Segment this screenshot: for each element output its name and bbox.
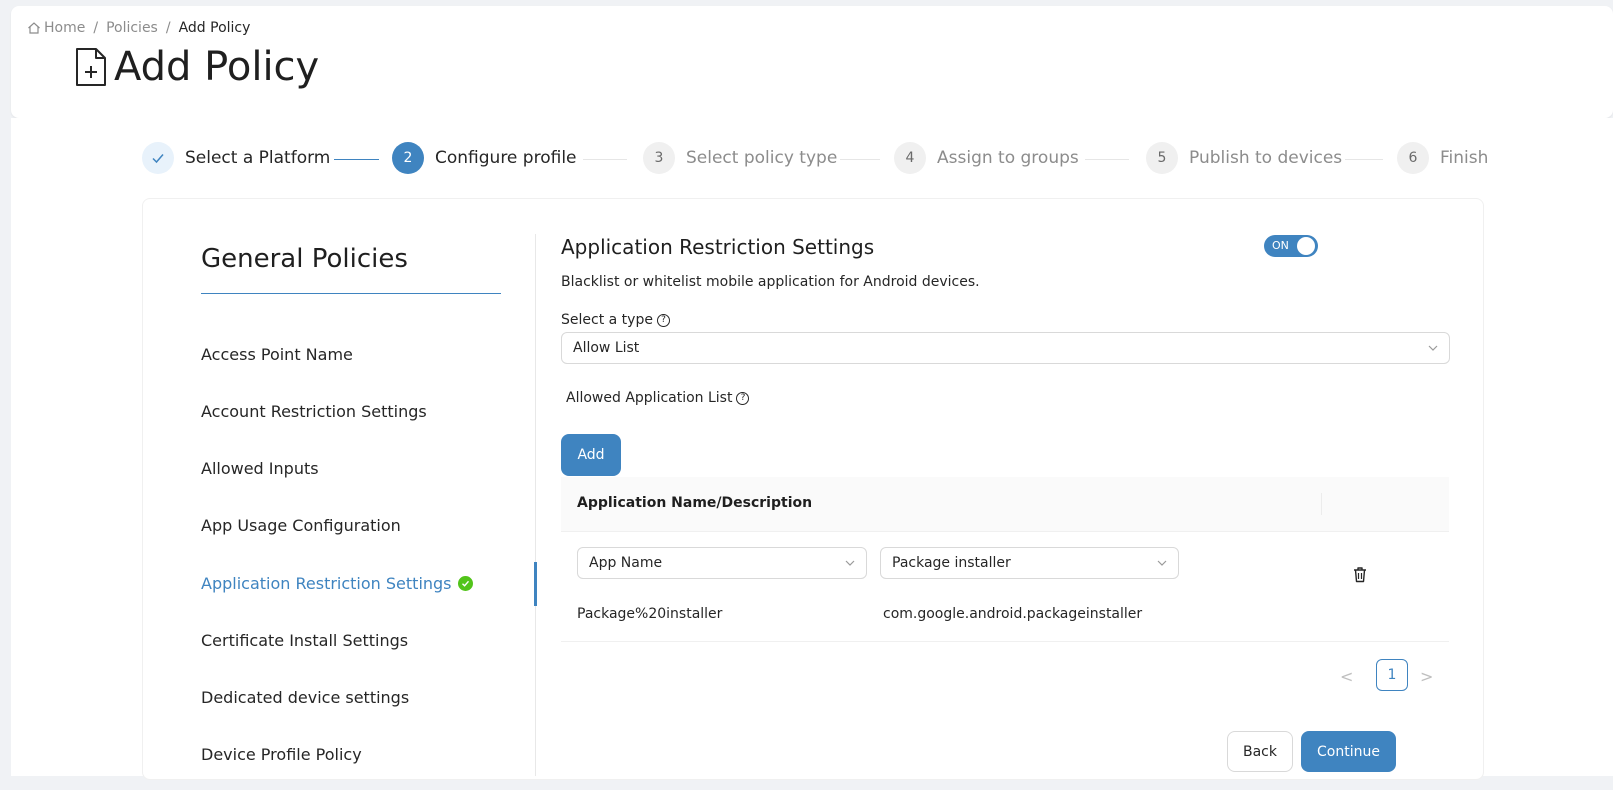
package-select-value: Package installer [892,555,1011,571]
type-label-text: Select a type [561,312,653,328]
package-cell: com.google.android.packageinstaller [883,606,1143,622]
add-document-icon [76,48,106,86]
sidebar-title-underline [201,293,501,294]
sidebar-item-account-restriction[interactable]: Account Restriction Settings [201,402,427,421]
step-connector [840,159,880,160]
breadcrumb-policies[interactable]: Policies [106,20,158,36]
step-connector [1085,159,1129,160]
step-label: Finish [1440,148,1489,168]
trash-icon[interactable] [1352,566,1368,583]
breadcrumb-current: Add Policy [178,20,251,36]
table-header: Application Name/Description [561,477,1449,532]
step-label: Assign to groups [937,148,1079,168]
section-description: Blacklist or whitelist mobile applicatio… [561,274,980,290]
sidebar-item-application-restriction[interactable]: Application Restriction Settings [201,574,473,593]
page-header: Home / Policies / Add Policy Add Policy [11,6,1613,118]
continue-button[interactable]: Continue [1301,731,1396,772]
sidebar-divider [535,234,536,776]
page-title-text: Add Policy [114,44,320,90]
sidebar-item-access-point-name[interactable]: Access Point Name [201,345,353,364]
allowed-list-label-text: Allowed Application List [566,390,733,406]
step-label: Configure profile [435,148,577,168]
type-select[interactable]: Allow List [561,332,1450,364]
pagination-prev[interactable]: < [1340,667,1353,686]
add-button[interactable]: Add [561,434,621,476]
sidebar-item-app-usage[interactable]: App Usage Configuration [201,516,401,535]
sidebar-item-dedicated-device[interactable]: Dedicated device settings [201,688,409,707]
step-number: 2 [392,142,424,174]
enable-toggle[interactable]: ON [1264,235,1318,257]
table-row-divider [561,641,1449,642]
back-button[interactable]: Back [1227,731,1293,772]
step-connector [583,159,627,160]
step-label: Publish to devices [1189,148,1343,168]
app-name-select-value: App Name [589,555,663,571]
step-assign-groups[interactable]: 4 Assign to groups [894,142,1079,174]
allowed-list-label: Allowed Application List ? [566,390,750,406]
help-icon[interactable]: ? [736,391,750,405]
package-select[interactable]: Package installer [880,547,1179,579]
column-header-app-name: Application Name/Description [577,495,813,511]
step-select-policy-type[interactable]: 3 Select policy type [643,142,837,174]
column-divider [1321,493,1322,515]
sidebar-active-indicator [534,562,537,606]
stepper: Select a Platform 2 Configure profile 3 … [0,142,1613,178]
section-title: Application Restriction Settings [561,235,875,259]
pagination-page[interactable]: 1 [1376,659,1408,691]
toggle-label: ON [1272,239,1289,252]
step-check-icon [142,142,174,174]
breadcrumb-separator: / [93,20,99,36]
sidebar-item-allowed-inputs[interactable]: Allowed Inputs [201,459,319,478]
home-icon [28,22,40,34]
sidebar-item-device-profile[interactable]: Device Profile Policy [201,745,362,764]
step-connector [1345,159,1383,160]
sidebar-item-certificate-install[interactable]: Certificate Install Settings [201,631,408,650]
type-label: Select a type ? [561,312,670,328]
breadcrumb-separator: / [165,20,171,36]
step-label: Select policy type [686,148,838,168]
step-label: Select a Platform [185,148,331,168]
app-name-cell: Package%20installer [577,606,723,622]
breadcrumb-home[interactable]: Home [44,20,85,36]
sidebar-title: General Policies [201,244,408,274]
chevron-down-icon [1157,560,1167,566]
step-number: 3 [643,142,675,174]
chevron-down-icon [1428,345,1438,351]
step-number: 5 [1146,142,1178,174]
step-finish[interactable]: 6 Finish [1397,142,1488,174]
sidebar-item-label: Application Restriction Settings [201,574,452,593]
step-connector [334,159,379,160]
step-configure-profile[interactable]: 2 Configure profile [392,142,577,174]
step-number: 6 [1397,142,1429,174]
step-publish-devices[interactable]: 5 Publish to devices [1146,142,1342,174]
pagination-next[interactable]: > [1420,667,1433,686]
type-select-value: Allow List [573,340,640,356]
app-name-select[interactable]: App Name [577,547,867,579]
help-icon[interactable]: ? [656,313,670,327]
check-circle-icon [457,576,473,591]
step-select-platform[interactable]: Select a Platform [142,142,330,174]
breadcrumb: Home / Policies / Add Policy [27,20,250,36]
step-number: 4 [894,142,926,174]
chevron-down-icon [845,560,855,566]
toggle-knob [1297,237,1315,255]
page-title: Add Policy [74,44,319,90]
